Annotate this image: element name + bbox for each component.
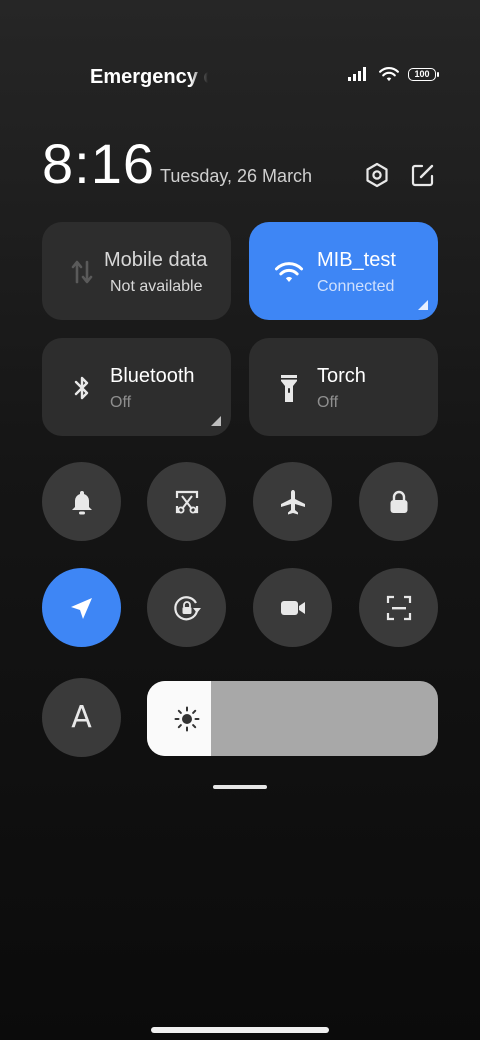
lock-icon (390, 490, 407, 513)
battery-level: 100 (414, 68, 430, 79)
wifi-icon (273, 256, 305, 288)
settings-icon (366, 162, 388, 188)
home-indicator[interactable] (151, 1027, 329, 1033)
toggle-scanner[interactable] (359, 568, 438, 647)
brightness-slider[interactable] (147, 681, 438, 756)
toggle-reading-mode[interactable]: A (42, 678, 121, 757)
status-icons: 100 (348, 66, 439, 82)
tile-bluetooth-subtitle: Off (110, 394, 132, 411)
tile-wifi-expand-icon[interactable] (418, 300, 428, 310)
signal-icon (348, 67, 366, 81)
tile-torch-title: Torch (317, 365, 366, 387)
airplane-icon (280, 489, 305, 514)
location-icon (70, 597, 92, 619)
mobile-data-icon (66, 256, 98, 288)
date-label: Tuesday, 26 March (160, 166, 313, 186)
settings-button[interactable] (362, 160, 392, 190)
control-center-header: 8:16 Tuesday, 26 March (42, 132, 438, 202)
edit-button[interactable] (408, 160, 438, 190)
brightness-icon (174, 706, 200, 732)
scanner-icon (386, 595, 411, 620)
tile-wifi[interactable]: MIB_test Connected (249, 222, 438, 320)
battery-indicator: 100 (408, 67, 439, 81)
tile-bluetooth[interactable]: Bluetooth Off (42, 338, 231, 436)
tile-torch[interactable]: Torch Off (249, 338, 438, 436)
tile-wifi-subtitle: Connected (317, 278, 395, 295)
tile-mobile-data[interactable]: Mobile data Not available (42, 222, 231, 320)
toggle-silent[interactable] (42, 462, 121, 541)
tile-mobile-data-title: Mobile data (104, 249, 208, 271)
torch-icon (273, 372, 305, 404)
toggle-location[interactable] (42, 568, 121, 647)
wifi-icon (379, 67, 399, 82)
toggle-screenshot[interactable] (147, 462, 226, 541)
tile-wifi-title: MIB_test (317, 249, 396, 271)
tile-mobile-data-subtitle: Not available (110, 278, 203, 295)
bluetooth-icon (66, 372, 98, 404)
toggle-auto-rotate[interactable] (147, 568, 226, 647)
reading-mode-icon: A (71, 700, 92, 735)
page-indicator (213, 785, 267, 789)
toggle-lock-screen[interactable] (359, 462, 438, 541)
screen-record-icon (280, 600, 305, 615)
toggle-airplane[interactable] (253, 462, 332, 541)
status-bar: Emergency calls only 100 (0, 62, 480, 92)
toggle-screen-recorder[interactable] (253, 568, 332, 647)
tile-bluetooth-expand-icon[interactable] (211, 416, 221, 426)
screenshot-icon (175, 490, 198, 513)
bell-icon (71, 490, 92, 514)
edit-icon (411, 164, 434, 187)
clock: 8:16 (42, 132, 155, 195)
tile-torch-subtitle: Off (317, 394, 339, 411)
tile-bluetooth-title: Bluetooth (110, 365, 195, 387)
auto-rotate-icon (173, 595, 201, 620)
carrier-label: Emergency calls only (90, 66, 208, 88)
